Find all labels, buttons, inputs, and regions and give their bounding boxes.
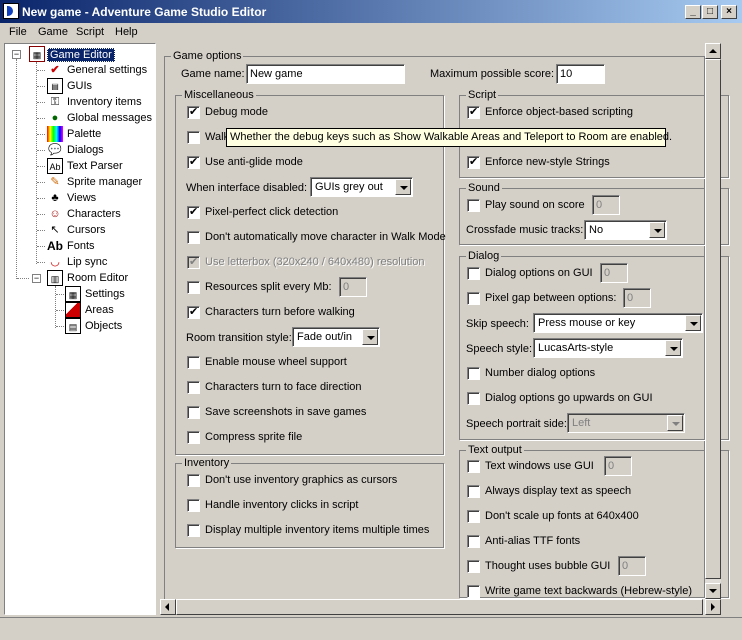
fonts-icon: Ab xyxy=(47,239,63,253)
game-name-label: Game name: xyxy=(181,68,245,80)
resources-split-input: 0 xyxy=(339,277,367,297)
scroll-up-icon[interactable] xyxy=(705,43,721,59)
horizontal-scrollbar[interactable] xyxy=(160,599,721,615)
chevron-down-icon[interactable] xyxy=(649,222,665,238)
interface-disabled-label: When interface disabled: xyxy=(186,182,308,194)
crossfade-select[interactable]: No xyxy=(584,220,667,240)
skip-speech-label: Skip speech: xyxy=(466,318,529,330)
speech-bubble-icon: 💬 xyxy=(48,144,62,156)
skip-speech-select[interactable]: Press mouse or key xyxy=(533,313,703,333)
menu-help[interactable]: Help xyxy=(115,26,138,38)
max-score-label: Maximum possible score: xyxy=(430,68,555,80)
portrait-side-label: Speech portrait side: xyxy=(466,418,567,430)
scroll-down-icon[interactable] xyxy=(705,583,721,599)
objects-icon: ▤ xyxy=(65,318,81,334)
minimize-button[interactable]: _ xyxy=(685,5,701,19)
play-on-score-input: 0 xyxy=(592,195,620,215)
horizontal-scroll-thumb[interactable] xyxy=(176,599,703,615)
characters-icon: ☺ xyxy=(49,208,61,220)
chevron-down-icon[interactable] xyxy=(362,329,378,345)
sprite-icon: ✎ xyxy=(50,176,60,188)
scroll-right-icon[interactable] xyxy=(705,599,721,615)
cursor-icon: ↖ xyxy=(50,224,60,236)
maximize-button[interactable]: □ xyxy=(702,5,718,19)
options-on-gui-input: 0 xyxy=(600,263,628,283)
misc-group: Miscellaneous xyxy=(175,89,444,455)
vertical-scroll-thumb[interactable] xyxy=(705,59,721,579)
palette-icon xyxy=(47,126,63,142)
thought-bubble-input: 0 xyxy=(618,556,646,576)
menu-game[interactable]: Game xyxy=(38,26,68,38)
close-button[interactable]: × xyxy=(721,5,737,19)
portrait-side-select: Left xyxy=(567,413,685,433)
collapse-room-editor[interactable]: − xyxy=(32,274,41,283)
window-title: New game - Adventure Game Studio Editor xyxy=(22,5,267,19)
speech-style-label: Speech style: xyxy=(466,343,533,355)
text-parser-icon: Ab xyxy=(47,158,63,174)
tooltip: Whether the debug keys such as Show Walk… xyxy=(226,128,672,147)
interface-disabled-select[interactable]: GUIs grey out xyxy=(310,177,413,197)
project-tree[interactable]: − ▦ Game Editor ✔ General settings ▤ GUIs … xyxy=(4,43,156,615)
views-icon: ♣ xyxy=(51,192,59,204)
vertical-scrollbar[interactable] xyxy=(705,43,721,599)
text-output-group: Text output xyxy=(459,444,729,598)
areas-icon xyxy=(65,302,81,318)
room-transition-label: Room transition style: xyxy=(186,332,292,344)
menu-file[interactable]: File xyxy=(9,26,27,38)
max-score-input[interactable]: 10 xyxy=(556,64,605,84)
gui-icon: ▤ xyxy=(47,78,63,94)
chevron-down-icon[interactable] xyxy=(685,315,701,331)
checkmark-icon: ✔ xyxy=(50,64,60,76)
pixel-gap-input: 0 xyxy=(623,288,651,308)
menu-bar: File Game Script Help xyxy=(0,23,742,42)
menu-script[interactable]: Script xyxy=(76,26,104,38)
crossfade-label: Crossfade music tracks: xyxy=(466,224,584,236)
status-bar xyxy=(0,617,742,640)
game-editor-icon: ▦ xyxy=(29,46,45,62)
chevron-down-icon xyxy=(667,415,683,431)
key-icon: ⚿ xyxy=(50,96,60,108)
speech-style-select[interactable]: LucasArts-style xyxy=(533,338,683,358)
settings-icon: ▦ xyxy=(65,286,81,302)
collapse-game-editor[interactable]: − xyxy=(12,50,21,59)
title-bar[interactable]: New game - Adventure Game Studio Editor … xyxy=(0,0,742,23)
scroll-left-icon[interactable] xyxy=(160,599,176,615)
lips-icon: ◡ xyxy=(50,256,60,268)
settings-panel: Game options Game name: New game Maximum… xyxy=(160,43,729,601)
room-transition-select[interactable]: Fade out/in xyxy=(292,327,380,347)
text-windows-gui-input: 0 xyxy=(604,456,632,476)
chevron-down-icon[interactable] xyxy=(665,340,681,356)
chevron-down-icon[interactable] xyxy=(395,179,411,195)
room-editor-icon: ▥ xyxy=(47,270,63,286)
globe-icon: ● xyxy=(51,112,59,124)
game-name-input[interactable]: New game xyxy=(246,64,405,84)
app-icon xyxy=(3,3,19,19)
